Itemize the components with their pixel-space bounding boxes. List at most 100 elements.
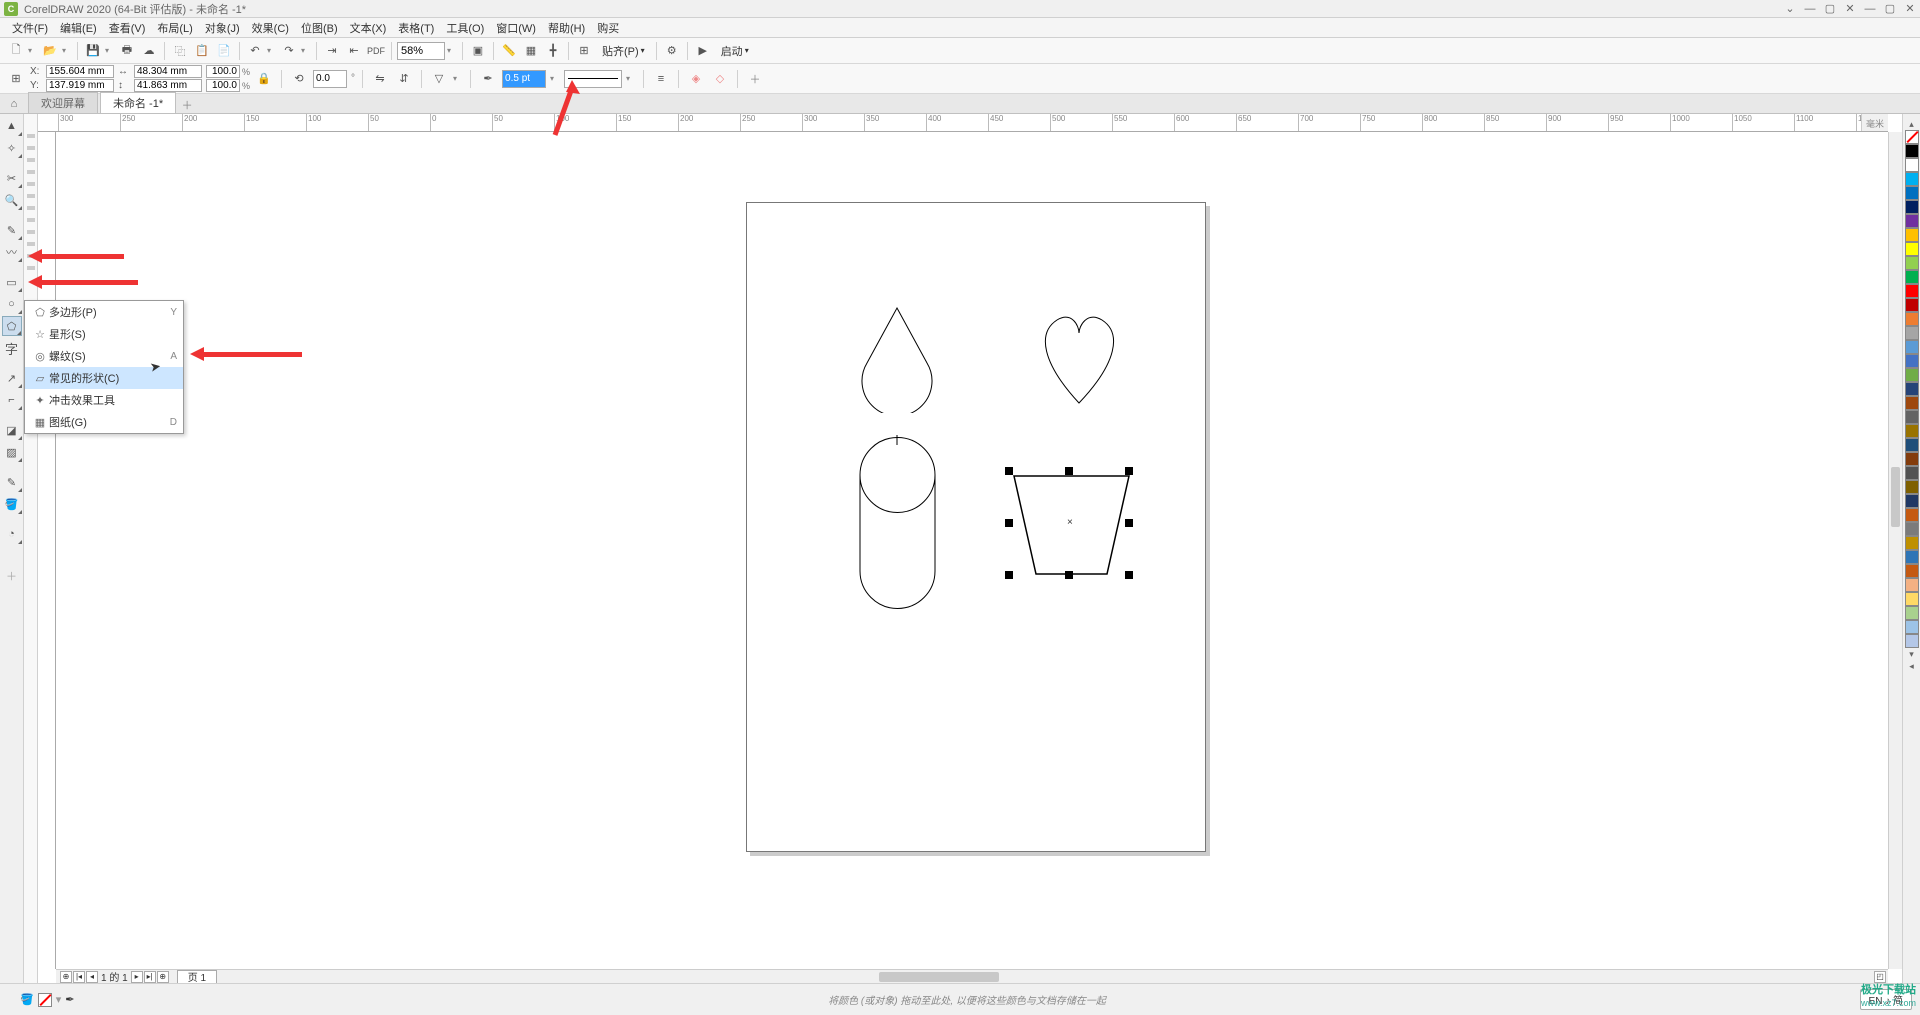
color-swatch[interactable] bbox=[1905, 606, 1919, 620]
caret-down-icon[interactable]: ⌄ bbox=[1780, 2, 1800, 16]
dock-handle[interactable] bbox=[27, 218, 35, 222]
color-swatch[interactable] bbox=[1905, 158, 1919, 172]
rectangle-tool-icon[interactable]: ▭ bbox=[2, 272, 22, 292]
zoom-tool-icon[interactable]: 🔍 bbox=[2, 190, 22, 210]
shape-tool-icon[interactable]: ✧ bbox=[2, 138, 22, 158]
color-swatch[interactable] bbox=[1905, 144, 1919, 158]
menu-table[interactable]: 表格(T) bbox=[392, 20, 440, 36]
sx-input[interactable] bbox=[206, 65, 240, 78]
color-swatch[interactable] bbox=[1905, 214, 1919, 228]
outline-width-input[interactable] bbox=[502, 70, 546, 88]
tab-add-button[interactable]: ＋ bbox=[178, 97, 196, 113]
save-dd[interactable]: ▾ bbox=[105, 46, 115, 55]
open-icon[interactable]: 📂 bbox=[40, 41, 60, 61]
color-swatch[interactable] bbox=[1905, 256, 1919, 270]
outline-tool-status-icon[interactable]: ✒ bbox=[65, 993, 74, 1006]
sel-handle-tl[interactable] bbox=[1005, 467, 1013, 475]
paste-icon[interactable]: 📋 bbox=[192, 41, 212, 61]
add-icon[interactable]: ＋ bbox=[745, 69, 765, 89]
dock-handle[interactable] bbox=[27, 206, 35, 210]
dock-handle[interactable] bbox=[27, 230, 35, 234]
flyout-impact[interactable]: ✦冲击效果工具 bbox=[25, 389, 183, 411]
snap-button[interactable]: 贴齐(P)▾ bbox=[596, 41, 651, 61]
tab-document[interactable]: 未命名 -1* bbox=[100, 92, 176, 113]
h-input[interactable] bbox=[134, 79, 202, 92]
redo-dd[interactable]: ▾ bbox=[301, 46, 311, 55]
color-swatch[interactable] bbox=[1905, 592, 1919, 606]
sel-handle-ml[interactable] bbox=[1005, 519, 1013, 527]
menu-window[interactable]: 窗口(W) bbox=[490, 20, 542, 36]
guide-icon[interactable]: ╋ bbox=[543, 41, 563, 61]
menu-bitmap[interactable]: 位图(B) bbox=[295, 20, 344, 36]
polygon-tool-icon[interactable]: ⬠ bbox=[2, 316, 22, 336]
scrollbar-vertical[interactable] bbox=[1888, 132, 1902, 969]
color-swatch[interactable] bbox=[1905, 396, 1919, 410]
dock-handle[interactable] bbox=[27, 182, 35, 186]
color-swatch[interactable] bbox=[1905, 340, 1919, 354]
open-dd[interactable]: ▾ bbox=[62, 46, 72, 55]
color-swatch[interactable] bbox=[1905, 578, 1919, 592]
sel-handle-tr[interactable] bbox=[1125, 467, 1133, 475]
dock-handle[interactable] bbox=[27, 194, 35, 198]
color-swatch[interactable] bbox=[1905, 186, 1919, 200]
menu-edit[interactable]: 编辑(E) bbox=[54, 20, 103, 36]
ruler-horizontal[interactable]: 1450140013501300125012001150110010501000… bbox=[38, 114, 1888, 132]
ellipse-tool-icon[interactable]: ○ bbox=[2, 294, 22, 314]
export-icon[interactable]: ⇤ bbox=[344, 41, 364, 61]
scrollbar-horizontal[interactable] bbox=[217, 971, 1872, 983]
dock-handle[interactable] bbox=[27, 266, 35, 270]
close-sub-button[interactable]: ✕ bbox=[1840, 2, 1860, 16]
menu-object[interactable]: 对象(J) bbox=[199, 20, 246, 36]
palette-down-icon[interactable]: ▾ bbox=[1909, 648, 1914, 660]
new-doc-icon[interactable]: 🗋 bbox=[6, 41, 26, 61]
sy-input[interactable] bbox=[206, 79, 240, 92]
eyedropper-tool-icon[interactable]: ✎ bbox=[2, 472, 22, 492]
menu-buy[interactable]: 购买 bbox=[591, 20, 625, 36]
teardrop-shape[interactable] bbox=[857, 303, 937, 413]
color-swatch[interactable] bbox=[1905, 410, 1919, 424]
sel-handle-br[interactable] bbox=[1125, 571, 1133, 579]
page-next-button[interactable]: ▸ bbox=[131, 971, 143, 983]
dock-handle[interactable] bbox=[27, 242, 35, 246]
maximize-button[interactable]: ▢ bbox=[1880, 2, 1900, 16]
color-swatch[interactable] bbox=[1905, 634, 1919, 648]
fill-tool-icon[interactable]: 🪣 bbox=[2, 494, 22, 514]
connector-tool-icon[interactable]: ⌐ bbox=[2, 390, 22, 410]
flyout-polygon[interactable]: ⬠多边形(P)Y bbox=[25, 301, 183, 323]
order-front-icon[interactable]: ◈ bbox=[686, 69, 706, 89]
close-button[interactable]: ✕ bbox=[1900, 2, 1920, 16]
dimension-tool-icon[interactable]: ↗ bbox=[2, 368, 22, 388]
flyout-star[interactable]: ☆星形(S) bbox=[25, 323, 183, 345]
dock-handle[interactable] bbox=[27, 134, 35, 138]
ruler-icon[interactable]: 📏 bbox=[499, 41, 519, 61]
color-swatch[interactable] bbox=[1905, 382, 1919, 396]
minimize-sub-button[interactable]: — bbox=[1800, 2, 1820, 16]
y-input[interactable] bbox=[46, 79, 114, 92]
order-back-icon[interactable]: ◇ bbox=[710, 69, 730, 89]
color-swatch[interactable] bbox=[1905, 270, 1919, 284]
cloud-icon[interactable]: ☁ bbox=[139, 41, 159, 61]
color-swatch[interactable] bbox=[1905, 172, 1919, 186]
dock-handle[interactable] bbox=[27, 170, 35, 174]
color-swatch[interactable] bbox=[1905, 242, 1919, 256]
snap-icon[interactable]: ⊞ bbox=[574, 41, 594, 61]
outline-tool-icon[interactable]: ◔ bbox=[2, 524, 22, 544]
palette-expand-icon[interactable]: ◂ bbox=[1909, 660, 1914, 672]
cylinder-shape[interactable] bbox=[855, 433, 940, 613]
linestyle-dd[interactable]: ▾ bbox=[626, 74, 636, 83]
freehand-tool-icon[interactable]: ✎ bbox=[2, 220, 22, 240]
pdf-icon[interactable]: PDF bbox=[366, 41, 386, 61]
x-input[interactable] bbox=[46, 65, 114, 78]
print-icon[interactable]: 🖶 bbox=[117, 41, 137, 61]
page-first-button[interactable]: |◂ bbox=[73, 971, 85, 983]
crop-tool-icon[interactable]: ✂ bbox=[2, 168, 22, 188]
color-swatch[interactable] bbox=[1905, 564, 1919, 578]
heart-shape[interactable] bbox=[1032, 308, 1127, 408]
w-input[interactable] bbox=[134, 65, 202, 78]
options-icon[interactable]: ⚙ bbox=[662, 41, 682, 61]
color-swatch[interactable] bbox=[1905, 508, 1919, 522]
color-swatch[interactable] bbox=[1905, 228, 1919, 242]
new-dd[interactable]: ▾ bbox=[28, 46, 38, 55]
import-icon[interactable]: ⇥ bbox=[322, 41, 342, 61]
wrap-icon[interactable]: ≡ bbox=[651, 69, 671, 89]
